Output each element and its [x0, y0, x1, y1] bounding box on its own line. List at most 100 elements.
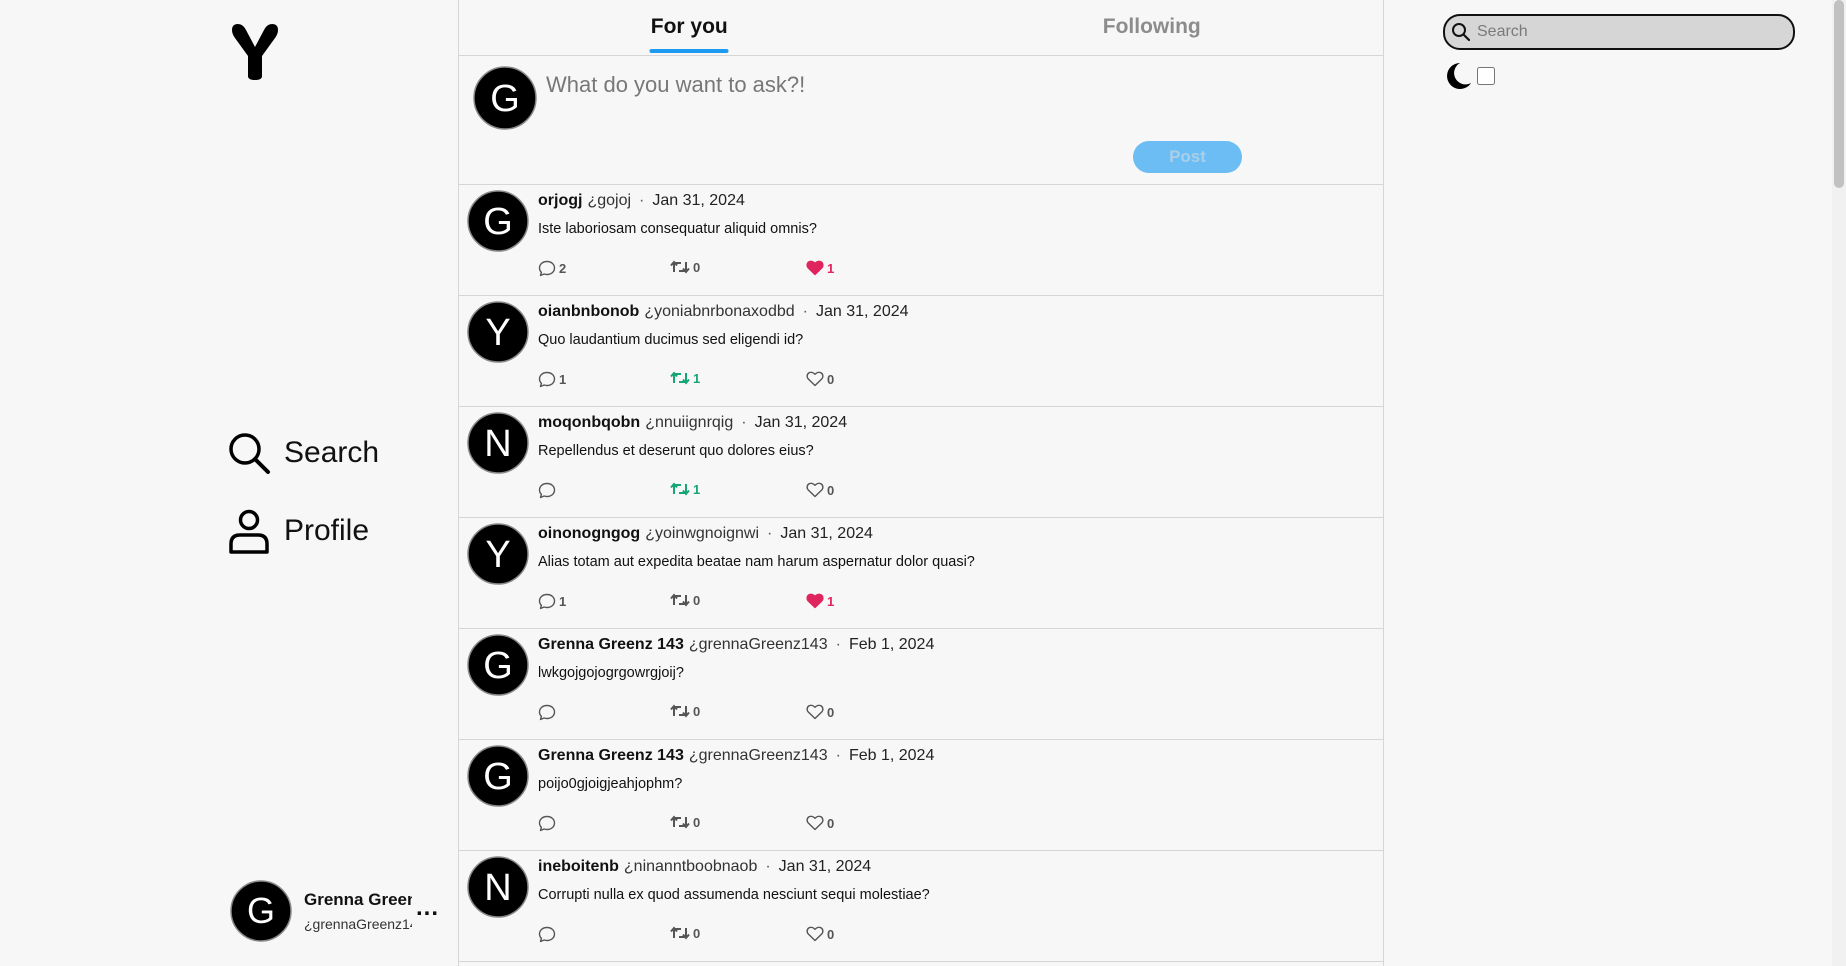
post-author-name[interactable]: oianbnbonob [538, 303, 639, 320]
avatar: G [473, 66, 537, 130]
avatar[interactable]: G [467, 745, 529, 807]
separator-dot: · [767, 525, 773, 542]
more-options-icon[interactable]: ... [416, 894, 439, 922]
nav-search[interactable]: Search [226, 430, 379, 476]
post-text: lwkgojgojogrgowrgjoij? [538, 665, 684, 681]
reply-button[interactable] [538, 481, 559, 499]
repost-button[interactable]: 1 [670, 370, 700, 386]
separator-dot: · [639, 192, 645, 209]
reply-button[interactable]: 2 [538, 259, 566, 277]
reply-button[interactable] [538, 814, 559, 832]
heart-icon [806, 593, 824, 609]
post-author-name[interactable]: oinonogngog [538, 525, 640, 542]
post-author-handle[interactable]: ¿yoniabnrbonaxodbd [644, 303, 794, 320]
post-author-handle[interactable]: ¿yoinwgnoignwi [645, 525, 759, 542]
like-button[interactable]: 0 [806, 370, 834, 388]
post-header: Grenna Greenz 143 ¿grennaGreenz143 · Feb 1,… [538, 747, 934, 765]
avatar[interactable]: G [467, 634, 529, 696]
post-author-handle[interactable]: ¿grennaGreenz143 [689, 747, 828, 764]
separator-dot: · [835, 747, 841, 764]
search-bar[interactable] [1443, 14, 1795, 50]
post-author-name[interactable]: Grenna Greenz 143 [538, 636, 684, 653]
svg-text:G: G [490, 78, 520, 120]
svg-text:G: G [483, 645, 513, 687]
like-button[interactable]: 1 [806, 259, 834, 277]
feed-post[interactable]: Yoinonogngog ¿yoinwgnoignwi · Jan 31, 2024 A… [458, 518, 1383, 629]
repost-button[interactable]: 0 [670, 703, 700, 719]
like-button[interactable]: 0 [806, 481, 834, 499]
y-logo-icon[interactable] [228, 22, 282, 82]
reply-icon [538, 593, 556, 610]
repost-icon [670, 703, 690, 719]
nav-profile[interactable]: Profile [226, 508, 369, 554]
like-button[interactable]: 0 [806, 925, 834, 943]
post-date: Jan 31, 2024 [815, 303, 909, 320]
like-count: 0 [827, 371, 835, 387]
post-text: Alias totam aut expedita beatae nam haru… [538, 554, 975, 570]
reply-button[interactable] [538, 925, 559, 943]
post-composer: G Post [458, 56, 1383, 185]
post-date: Jan 31, 2024 [652, 192, 745, 209]
post-header: ineboitenb ¿ninanntboobnaob · Jan 31, 2024 [538, 858, 871, 876]
avatar[interactable]: G [467, 190, 529, 252]
post-author-handle[interactable]: ¿gojoj [587, 192, 631, 209]
avatar[interactable]: N [467, 412, 529, 474]
post-author-name[interactable]: moqonbqobn [538, 414, 640, 431]
post-author-handle[interactable]: ¿grennaGreenz143 [689, 636, 828, 653]
post-date: Jan 31, 2024 [754, 414, 848, 431]
repost-button[interactable]: 0 [670, 814, 700, 830]
reply-button[interactable]: 1 [538, 592, 566, 610]
like-button[interactable]: 0 [806, 703, 834, 721]
repost-button[interactable]: 0 [670, 925, 700, 941]
feed-post[interactable]: G Grenna Greenz 143 ¿grennaGreenz143 · Feb 1… [458, 629, 1383, 740]
avatar[interactable]: Y [467, 523, 529, 585]
feed-post[interactable]: Nineboitenb ¿ninanntboobnaob · Jan 31, 2024… [458, 851, 1383, 962]
like-button[interactable]: 0 [806, 814, 834, 832]
post-header: oinonogngog ¿yoinwgnoignwi · Jan 31, 2024 [538, 525, 873, 543]
feed-post[interactable]: G Grenna Greenz 143 ¿grennaGreenz143 · Feb 1… [458, 740, 1383, 851]
repost-button[interactable]: 1 [670, 481, 700, 497]
avatar[interactable]: N [467, 856, 529, 918]
account-switcher[interactable]: G Grenna Greenz 143 ¿grennaGreenz143 ... [230, 876, 442, 946]
post-date: Jan 31, 2024 [778, 858, 872, 875]
avatar: G [230, 880, 292, 942]
repost-count: 1 [693, 370, 701, 386]
post-button[interactable]: Post [1133, 141, 1242, 173]
tab-for-you[interactable]: For you [458, 0, 921, 55]
moon-icon[interactable] [1443, 61, 1473, 91]
post-author-handle[interactable]: ¿nnuiignrqig [645, 414, 733, 431]
avatar[interactable]: Y [467, 301, 529, 363]
repost-button[interactable]: 0 [670, 259, 700, 275]
feed-post[interactable]: Gorjogj ¿gojoj · Jan 31, 2024 Iste laboriosa… [458, 185, 1383, 296]
feed-post[interactable]: Nmoqonbqobn ¿nnuiignrqig · Jan 31, 2024 Repe… [458, 407, 1383, 518]
dark-mode-checkbox[interactable] [1477, 67, 1495, 85]
like-count: 0 [827, 815, 835, 831]
tab-following[interactable]: Following [921, 0, 1384, 55]
post-author-handle[interactable]: ¿ninanntboobnaob [624, 858, 757, 875]
reply-button[interactable] [538, 703, 559, 721]
like-count: 1 [827, 260, 835, 276]
post-actions: 00 [538, 703, 838, 723]
svg-text:G: G [483, 756, 513, 798]
repost-button[interactable]: 0 [670, 592, 700, 608]
reply-button[interactable]: 1 [538, 370, 566, 388]
post-header: orjogj ¿gojoj · Jan 31, 2024 [538, 192, 745, 210]
scrollbar-thumb[interactable] [1834, 0, 1844, 188]
post-author-name[interactable]: orjogj [538, 192, 582, 209]
post-author-name[interactable]: Grenna Greenz 143 [538, 747, 684, 764]
feed-post[interactable]: Yoianbnbonob ¿yoniabnrbonaxodbd · Jan 31, 2… [458, 296, 1383, 407]
separator-dot: · [765, 858, 771, 875]
post-date: Feb 1, 2024 [848, 747, 935, 764]
post-author-name[interactable]: ineboitenb [538, 858, 619, 875]
account-text: Grenna Greenz 143 ¿grennaGreenz143 [304, 890, 412, 932]
search-input[interactable] [1477, 23, 1777, 41]
post-actions: 00 [538, 814, 838, 834]
ask-input[interactable] [546, 72, 1246, 98]
separator-dot: · [741, 414, 747, 431]
heart-icon [806, 260, 824, 276]
separator-dot: · [802, 303, 808, 320]
left-sidebar: Search Profile G Grenna Greenz 143 ¿gren… [0, 0, 459, 966]
like-button[interactable]: 1 [806, 592, 834, 610]
page-scrollbar[interactable] [1832, 0, 1846, 966]
like-count: 1 [827, 593, 835, 609]
